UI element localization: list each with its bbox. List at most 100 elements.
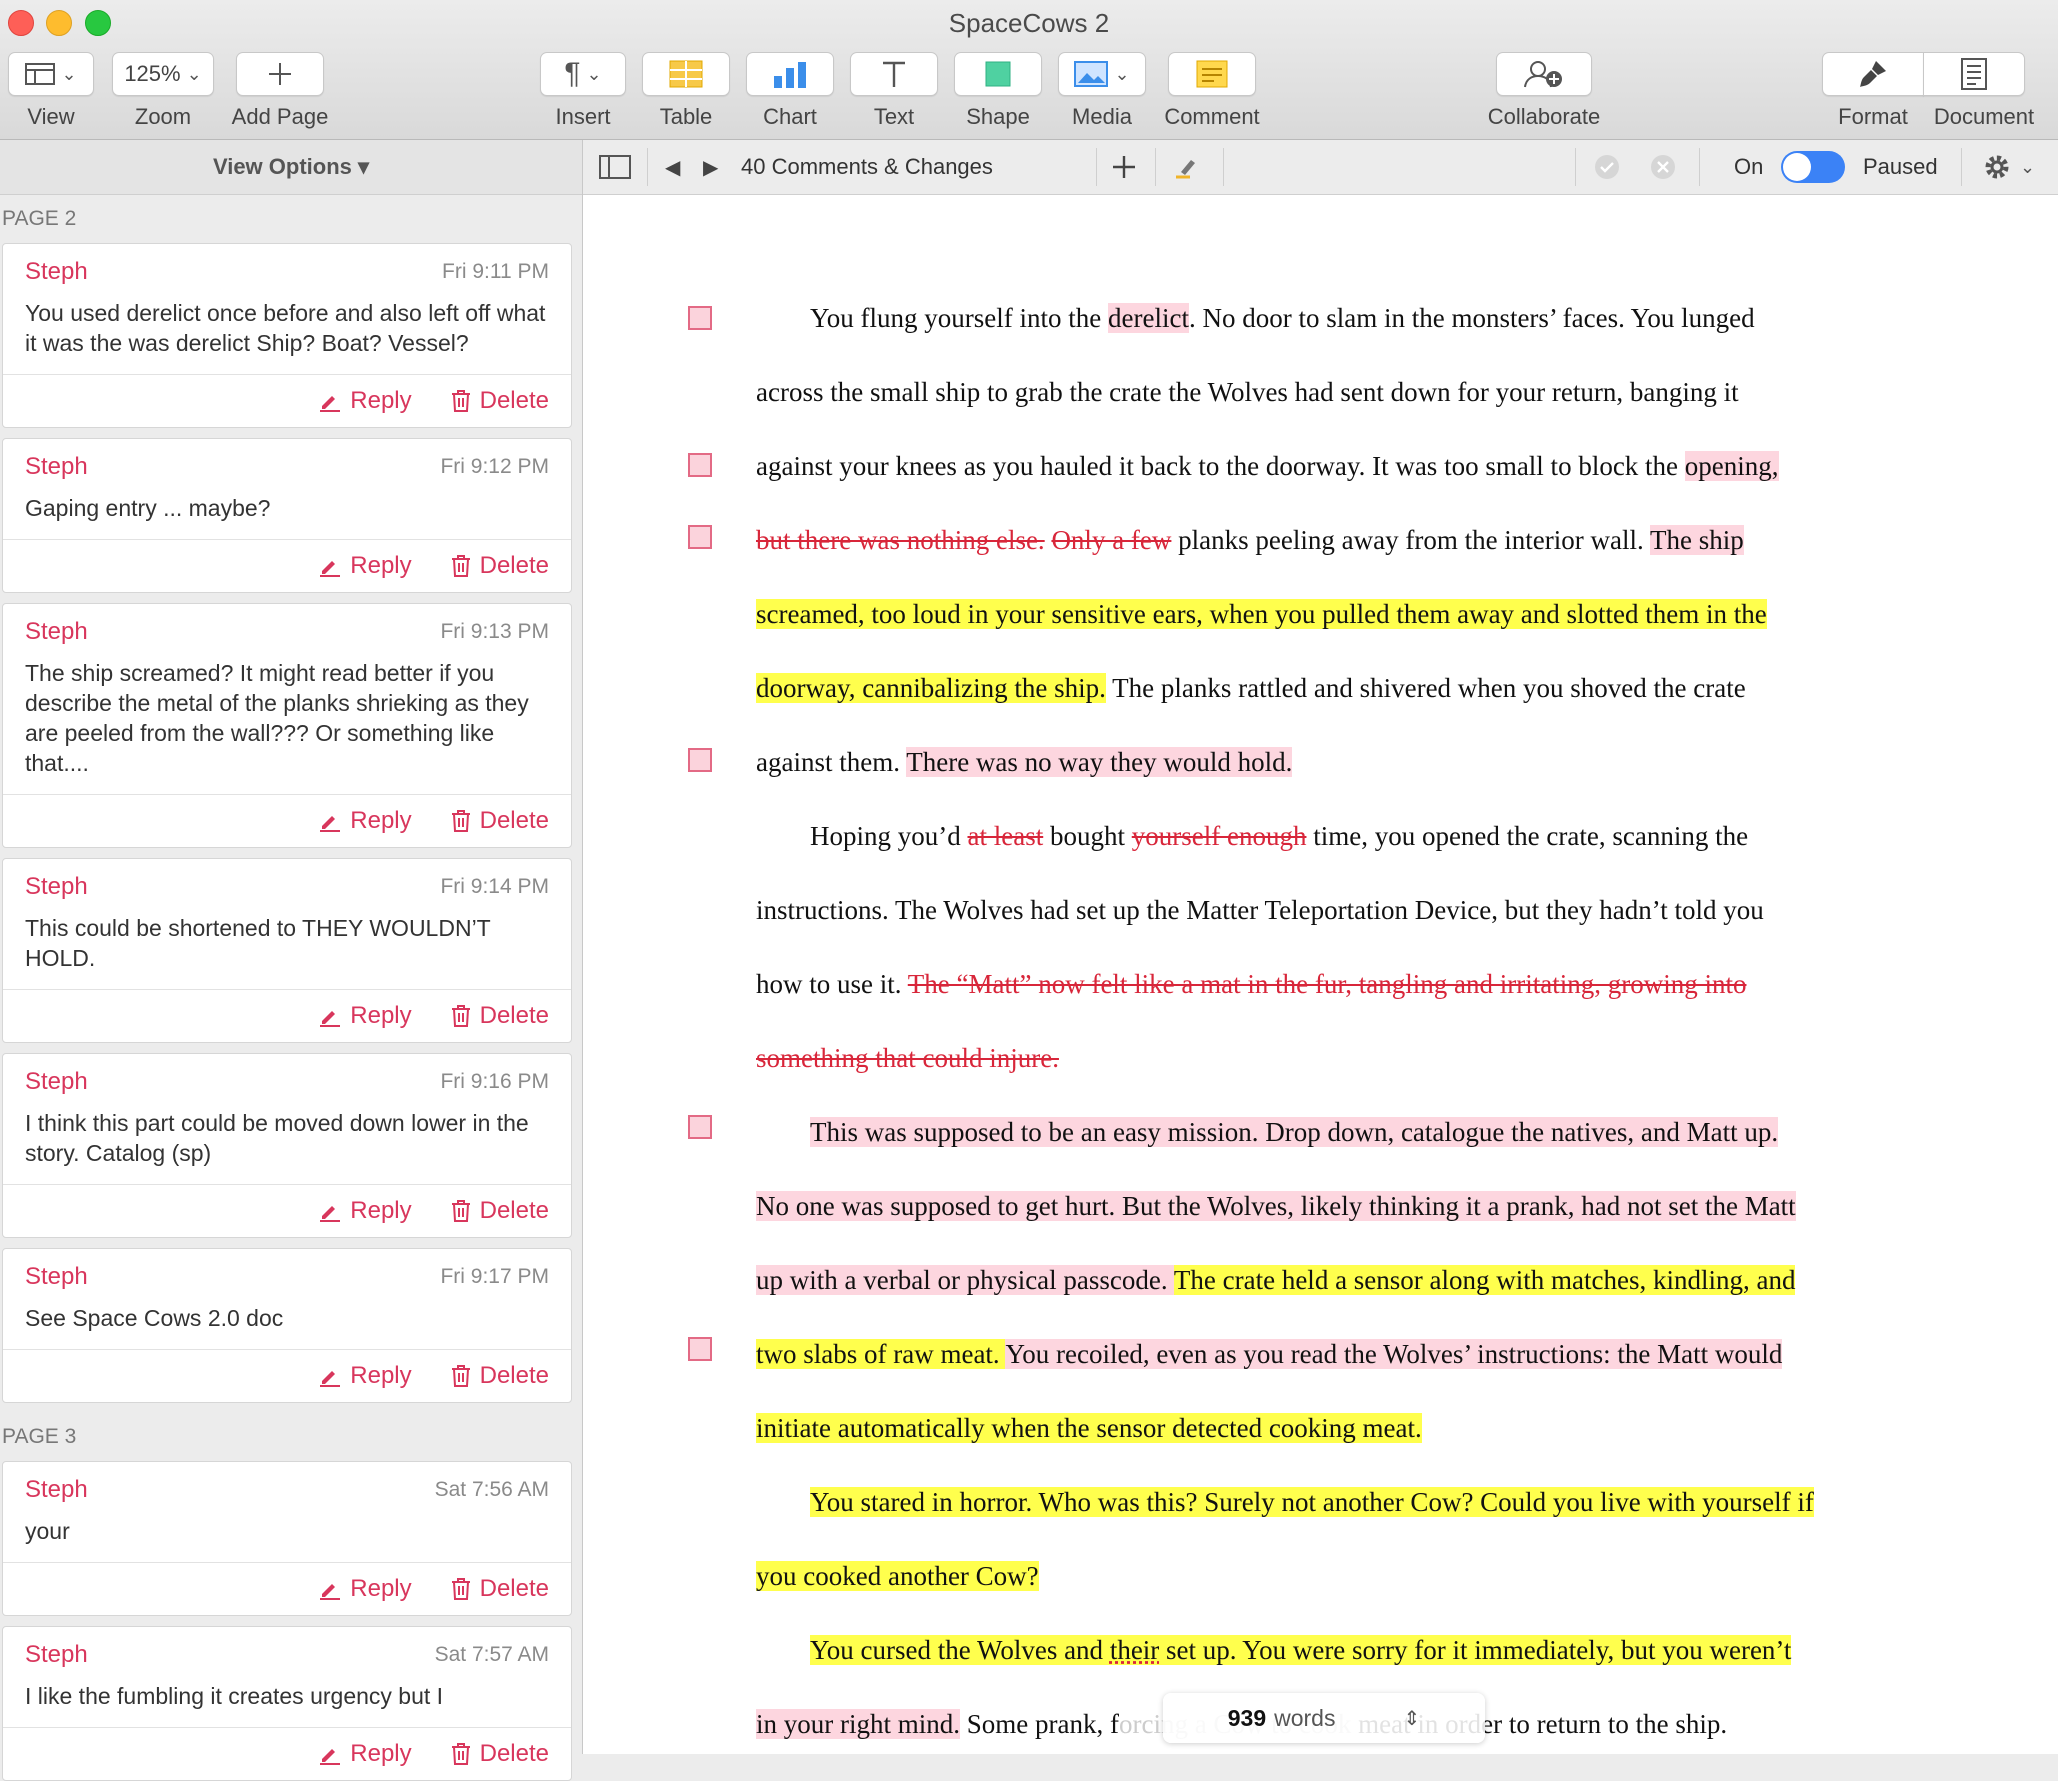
reply-button[interactable]: Reply bbox=[318, 1575, 411, 1603]
comment-highlight[interactable]: This was supposed to be an easy mission.… bbox=[810, 1117, 1778, 1147]
comment-highlight[interactable]: in your right mind. bbox=[756, 1709, 960, 1739]
inserted-text[interactable]: set up. You were sorry for it immediatel… bbox=[1159, 1635, 1791, 1665]
comment-body[interactable]: Steph Sat 7:56 AM your bbox=[3, 1462, 571, 1562]
inserted-text[interactable]: The crate held a sensor along with match… bbox=[1174, 1265, 1796, 1295]
comment-actions: Reply Delete bbox=[3, 1349, 571, 1402]
format-button[interactable] bbox=[1822, 52, 1924, 96]
doc-line: screamed, too loud in your sensitive ear… bbox=[756, 597, 1767, 631]
collaborate-button[interactable] bbox=[1496, 52, 1592, 96]
insert-button[interactable]: ¶ ⌄ bbox=[540, 52, 626, 96]
reply-button[interactable]: Reply bbox=[318, 552, 411, 580]
deleted-text[interactable]: but there was nothing else. bbox=[756, 525, 1045, 555]
view-options-button[interactable]: View Options ▾ bbox=[0, 140, 582, 195]
comment-highlight[interactable]: The ship bbox=[1650, 525, 1744, 555]
delete-button[interactable]: Delete bbox=[450, 387, 549, 415]
text-button[interactable] bbox=[850, 52, 938, 96]
delete-button[interactable]: Delete bbox=[450, 1740, 549, 1768]
comment-card[interactable]: Steph Fri 9:12 PM Gaping entry ... maybe? R… bbox=[2, 438, 572, 593]
chart-button[interactable] bbox=[746, 52, 834, 96]
comment-marker[interactable] bbox=[688, 306, 712, 330]
inserted-text[interactable]: screamed, too loud in your sensitive ear… bbox=[756, 599, 1767, 629]
settings-button[interactable]: ⌄ bbox=[1980, 140, 2035, 194]
comment-marker[interactable] bbox=[688, 525, 712, 549]
delete-button[interactable]: Delete bbox=[450, 807, 549, 835]
comment-time: Sat 7:56 AM bbox=[435, 1478, 549, 1502]
table-button[interactable] bbox=[642, 52, 730, 96]
doc-line: across the small ship to grab the crate … bbox=[756, 375, 1739, 409]
deleted-text[interactable]: The “Matt” now felt like a mat in the fu… bbox=[908, 969, 1747, 999]
delete-button[interactable]: Delete bbox=[450, 1362, 549, 1390]
reply-button[interactable]: Reply bbox=[318, 387, 411, 415]
comment-body[interactable]: Steph Fri 9:12 PM Gaping entry ... maybe? bbox=[3, 439, 571, 539]
comment-highlight[interactable]: No one was supposed to get hurt. But the… bbox=[756, 1191, 1796, 1221]
reply-button[interactable]: Reply bbox=[318, 1740, 411, 1768]
comment-body[interactable]: Steph Fri 9:17 PM See Space Cows 2.0 doc bbox=[3, 1249, 571, 1349]
comment-body[interactable]: Steph Fri 9:16 PM I think this part could … bbox=[3, 1054, 571, 1184]
highlight-button[interactable] bbox=[1173, 140, 1199, 194]
comment-marker[interactable] bbox=[688, 1337, 712, 1361]
delete-button[interactable]: Delete bbox=[450, 1002, 549, 1030]
deleted-text[interactable]: something that could injure. bbox=[756, 1043, 1059, 1073]
media-button[interactable]: ⌄ bbox=[1058, 52, 1146, 96]
delete-button[interactable]: Delete bbox=[450, 1575, 549, 1603]
inserted-text[interactable]: two slabs of raw meat. bbox=[756, 1339, 1005, 1369]
document-button[interactable] bbox=[1923, 52, 2025, 96]
comment-card[interactable]: Steph Fri 9:11 PM You used derelict once b… bbox=[2, 243, 572, 428]
zoom-select[interactable]: 125% ⌄ bbox=[112, 52, 214, 96]
delete-label: Delete bbox=[480, 807, 549, 835]
text-icon bbox=[881, 60, 907, 88]
delete-label: Delete bbox=[480, 1197, 549, 1225]
document-canvas[interactable]: You flung yourself into the derelict. No… bbox=[583, 195, 2058, 1754]
comment-card[interactable]: Steph Fri 9:13 PM The ship screamed? It mi… bbox=[2, 603, 572, 848]
comment-card[interactable]: Steph Fri 9:14 PM This could be shortened … bbox=[2, 858, 572, 1043]
comment-body[interactable]: Steph Fri 9:11 PM You used derelict once b… bbox=[3, 244, 571, 374]
word-count-popup[interactable]: 939 words ⇕ bbox=[1163, 1693, 1485, 1743]
misspelled-word[interactable]: their bbox=[1110, 1635, 1159, 1665]
reply-button[interactable]: Reply bbox=[318, 1002, 411, 1030]
previous-comment-button[interactable]: ◀ bbox=[665, 140, 680, 194]
inserted-text[interactable]: you cooked another Cow? bbox=[756, 1561, 1039, 1591]
add-comment-button[interactable] bbox=[1111, 140, 1137, 194]
comment-card[interactable]: Steph Sat 7:56 AM your Reply Delete bbox=[2, 1461, 572, 1616]
reply-button[interactable]: Reply bbox=[318, 1197, 411, 1225]
comment-time: Fri 9:13 PM bbox=[440, 620, 549, 644]
comment-marker[interactable] bbox=[688, 1115, 712, 1139]
shape-button[interactable] bbox=[954, 52, 1042, 96]
reply-button[interactable]: Reply bbox=[318, 807, 411, 835]
accept-change-button[interactable] bbox=[1593, 140, 1621, 194]
reject-change-button[interactable] bbox=[1649, 140, 1677, 194]
reply-button[interactable]: Reply bbox=[318, 1362, 411, 1390]
view-button[interactable]: ⌄ bbox=[8, 52, 94, 96]
comment-body[interactable]: Steph Fri 9:14 PM This could be shortened … bbox=[3, 859, 571, 989]
comment-text: You used derelict once before and also l… bbox=[25, 298, 549, 358]
comment-card[interactable]: Steph Sat 7:57 AM I like the fumbling it c… bbox=[2, 1626, 572, 1781]
sidebar-toggle-button[interactable] bbox=[599, 140, 631, 194]
inserted-text[interactable]: You cursed the Wolves and bbox=[810, 1635, 1110, 1665]
delete-label: Delete bbox=[480, 387, 549, 415]
inserted-text[interactable]: You stared in horror. Who was this? Sure… bbox=[810, 1487, 1814, 1517]
comment-card[interactable]: Steph Fri 9:17 PM See Space Cows 2.0 doc Re… bbox=[2, 1248, 572, 1403]
deleted-text[interactable]: Only a few bbox=[1051, 525, 1171, 555]
comment-highlight[interactable]: derelict bbox=[1108, 303, 1189, 333]
comment-button[interactable] bbox=[1168, 52, 1256, 96]
inserted-text[interactable]: initiate automatically when the sensor d… bbox=[756, 1413, 1422, 1443]
comment-body[interactable]: Steph Fri 9:13 PM The ship screamed? It mi… bbox=[3, 604, 571, 794]
comment-marker[interactable] bbox=[688, 453, 712, 477]
track-changes-toggle[interactable] bbox=[1781, 140, 1845, 194]
comment-highlight[interactable]: You recoiled, even as you read the Wolve… bbox=[1005, 1339, 1782, 1369]
next-comment-button[interactable]: ▶ bbox=[703, 140, 718, 194]
delete-button[interactable]: Delete bbox=[450, 1197, 549, 1225]
comment-highlight[interactable]: up with a verbal or physical passcode. bbox=[756, 1265, 1174, 1295]
delete-button[interactable]: Delete bbox=[450, 552, 549, 580]
doc-line: You flung yourself into the derelict. No… bbox=[810, 301, 1755, 335]
deleted-text[interactable]: yourself enough bbox=[1132, 821, 1307, 851]
word-count-unit: words bbox=[1274, 1705, 1335, 1732]
comment-marker[interactable] bbox=[688, 748, 712, 772]
deleted-text[interactable]: at least bbox=[968, 821, 1044, 851]
comment-card[interactable]: Steph Fri 9:16 PM I think this part could … bbox=[2, 1053, 572, 1238]
inserted-text[interactable]: doorway, cannibalizing the ship. bbox=[756, 673, 1106, 703]
comment-highlight[interactable]: There was no way they would hold. bbox=[906, 747, 1292, 777]
comment-highlight[interactable]: opening, bbox=[1685, 451, 1779, 481]
add-page-button[interactable] bbox=[236, 52, 324, 96]
comment-body[interactable]: Steph Sat 7:57 AM I like the fumbling it c… bbox=[3, 1627, 571, 1727]
